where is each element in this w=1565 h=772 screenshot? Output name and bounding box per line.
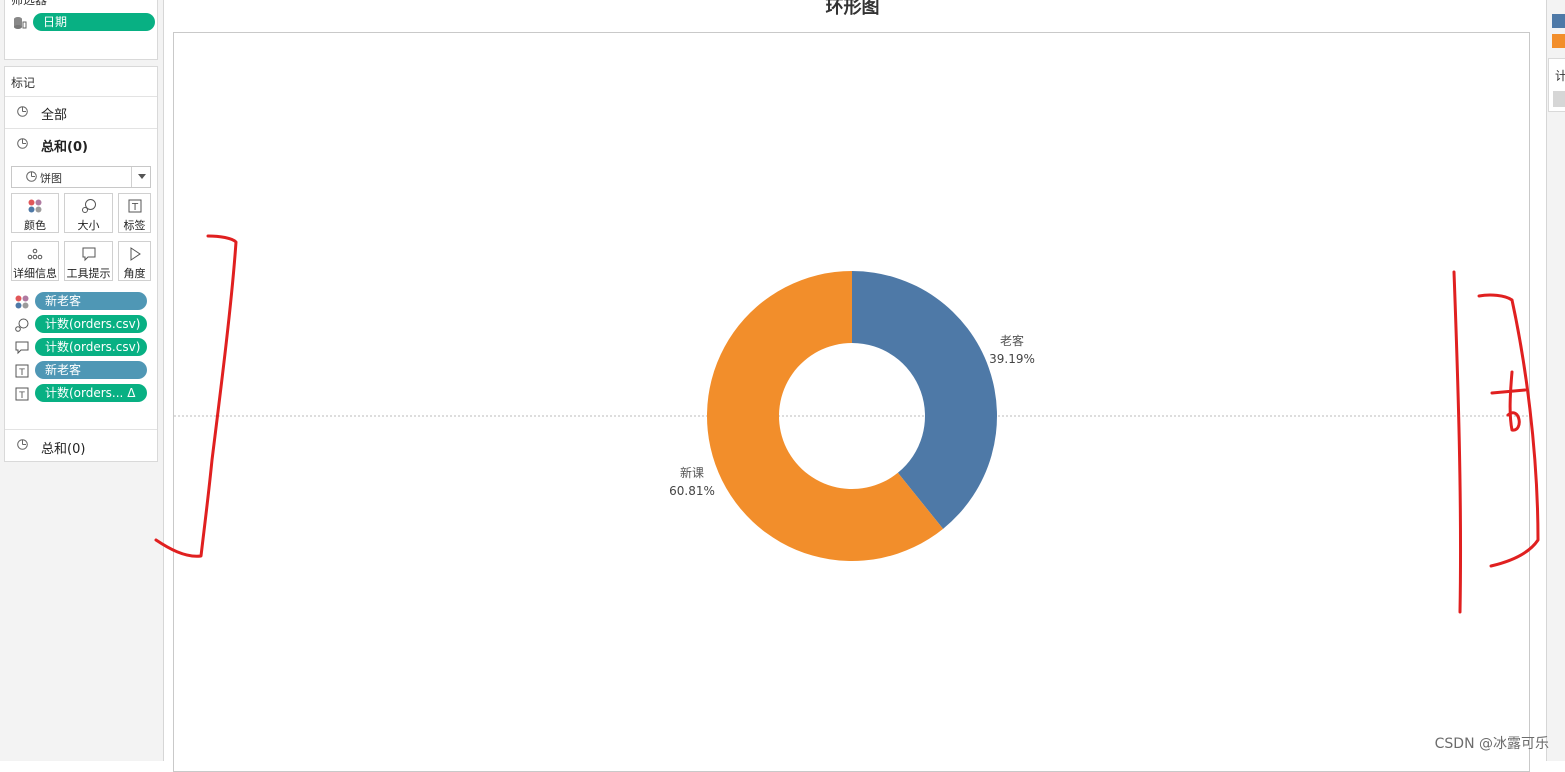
slice-value-label: 39.19% [989,352,1035,366]
chart-canvas: 老客 39.19% 新课 60.81% [154,234,1540,614]
slice-value-label: 60.81% [669,484,715,498]
right-glyph-stroke [1490,370,1527,432]
left-bracket-stroke [154,234,238,558]
legend-card-label: 计 [1555,69,1565,83]
legend-card: 计 [1548,58,1565,112]
watermark: CSDN @冰露可乐 [1434,736,1549,752]
legend-swatch-new [1552,34,1565,48]
right-vertical-stroke [1452,270,1463,614]
legend-panel: 计 [1546,0,1565,761]
right-bracket-stroke [1477,293,1540,568]
legend-size-swatch [1553,91,1565,107]
slice-label: 新课 [680,465,704,480]
slice-label: 老客 [1000,333,1024,348]
legend-swatch-old [1552,14,1565,28]
